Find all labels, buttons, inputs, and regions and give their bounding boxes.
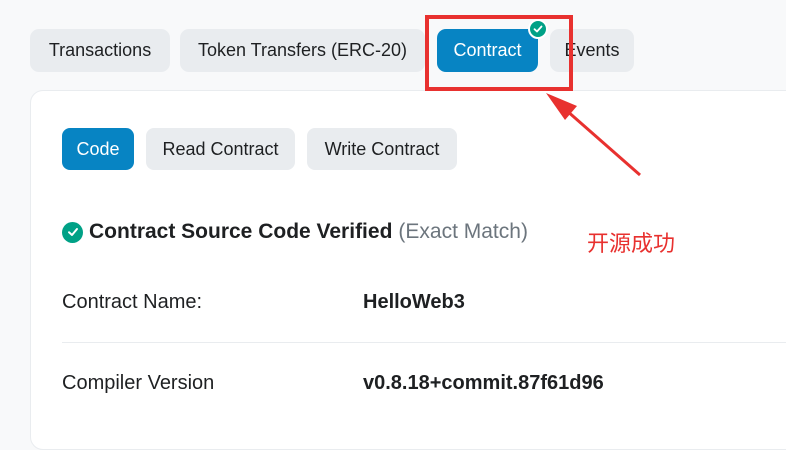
annotation-arrow	[546, 93, 641, 177]
annotation-text: 开源成功	[587, 231, 676, 256]
